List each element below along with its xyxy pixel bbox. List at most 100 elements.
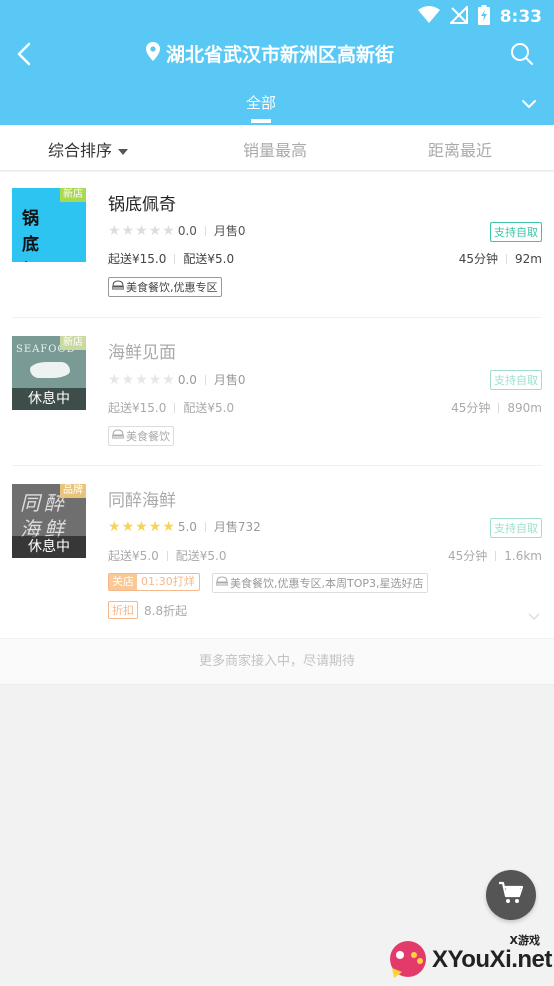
tab-all[interactable]: 全部 <box>230 92 292 113</box>
pickup-badge: 支持自取 <box>490 222 542 242</box>
category-tag: 美食餐饮 <box>108 426 174 446</box>
star-icon: ★ <box>135 518 148 535</box>
cart-icon <box>498 881 524 909</box>
shop-item[interactable]: 同醉 海鲜 品牌 休息中 同醉海鲜 ★ ★ ★ ★ ★ 5.0 月售732 支持自取 起送… <box>0 466 554 638</box>
time-distance: 45分钟 890m <box>451 399 542 416</box>
closing-time-badge: 关店 01:30打烊 <box>108 573 200 591</box>
divider <box>498 402 500 413</box>
delivery-fee: 配送¥5.0 <box>183 401 235 415</box>
star-icon: ★ <box>162 518 175 535</box>
divider <box>495 550 497 561</box>
delivery-time: 45分钟 <box>458 252 499 266</box>
monthly-sales: 月售732 <box>213 520 261 534</box>
distance: 890m <box>507 400 542 415</box>
sort-distance[interactable]: 距离最近 <box>428 137 492 161</box>
star-icon: ★ <box>108 222 121 239</box>
resting-label: 休息中 <box>12 536 86 558</box>
resting-label: 休息中 <box>12 388 86 410</box>
rating-value: 0.0 <box>177 223 197 238</box>
delivery-fee: 配送¥5.0 <box>175 549 227 563</box>
search-icon <box>510 42 534 70</box>
distance: 92m <box>515 251 542 266</box>
distance: 1.6km <box>504 548 542 563</box>
divider <box>174 253 176 264</box>
delivery-info: 起送¥5.0 配送¥5.0 <box>108 547 226 564</box>
divider <box>506 253 508 264</box>
divider <box>204 225 206 236</box>
location-text: 湖北省武汉市新洲区高新街 <box>166 44 395 66</box>
rating-stars: ★ ★ ★ ★ ★ <box>108 224 175 238</box>
delivery-fee: 配送¥5.0 <box>183 252 235 266</box>
star-icon: ★ <box>162 222 175 239</box>
status-bar: 8:33 <box>0 0 554 34</box>
clock-text: 8:33 <box>499 7 542 27</box>
sort-bar: 综合排序 销量最高 距离最近 <box>0 125 554 171</box>
top-bar: 湖北省武汉市新洲区高新街 <box>0 34 554 78</box>
star-icon: ★ <box>108 518 121 535</box>
new-badge: 新店 <box>60 336 86 350</box>
watermark: X游戏 XYouXi.net <box>384 930 554 986</box>
watermark-text: XYouXi.net <box>432 946 552 973</box>
pickup-badge: 支持自取 <box>490 518 542 538</box>
star-icon: ★ <box>162 371 175 388</box>
category-tag-text: 美食餐饮,优惠专区 <box>126 281 218 294</box>
battery-charging-icon <box>477 5 490 29</box>
chevron-down-icon <box>528 606 540 625</box>
back-button[interactable] <box>6 38 42 74</box>
shop-thumbnail: 同醉 海鲜 品牌 休息中 <box>12 484 86 558</box>
rating-value: 5.0 <box>177 519 197 534</box>
star-icon: ★ <box>148 518 162 535</box>
category-tag-text: 美食餐饮 <box>126 430 170 443</box>
rating-stars: ★ ★ ★ ★ ★ <box>108 520 175 534</box>
min-order: 起送¥15.0 <box>108 252 167 266</box>
app-header: 8:33 湖北省武汉市新洲区高新街 全部 <box>0 0 554 125</box>
food-icon <box>111 280 125 294</box>
shop-name: 海鲜见面 <box>108 343 176 363</box>
expand-promos-button[interactable] <box>528 606 540 625</box>
star-icon: ★ <box>121 518 135 535</box>
pickup-badge: 支持自取 <box>490 370 542 390</box>
shrimp-illustration <box>30 362 70 378</box>
rating-stars: ★ ★ ★ ★ ★ <box>108 373 175 387</box>
sort-sales[interactable]: 销量最高 <box>243 137 307 161</box>
monthly-sales: 月售0 <box>213 373 246 387</box>
sort-comprehensive[interactable]: 综合排序 <box>48 137 129 161</box>
shop-list: 锅 底佩 奇 新店 锅底佩奇 ★★★★★ 0.0 月售0 支持自取 起送¥15.… <box>0 172 554 638</box>
rating-row: ★ ★ ★ ★ ★ 0.0 月售0 <box>108 222 246 239</box>
divider <box>204 374 206 385</box>
expand-categories-button[interactable] <box>516 90 542 116</box>
cart-button[interactable] <box>486 870 536 920</box>
shop-item[interactable]: SEAFOOD 新店 休息中 海鲜见面 ★ ★ ★ ★ ★ 0.0 月售0 支持自取 起… <box>0 318 554 465</box>
category-tag: 美食餐饮,优惠专区,本周TOP3,星选好店 <box>212 573 428 593</box>
food-icon <box>111 429 125 443</box>
delivery-time: 45分钟 <box>451 401 491 415</box>
divider <box>166 550 168 561</box>
thumbnail-calligraphy: 锅 底佩 奇 <box>22 209 45 262</box>
time-distance: 45分钟 1.6km <box>448 547 542 564</box>
tab-indicator <box>251 119 271 123</box>
min-order: 起送¥15.0 <box>108 401 167 415</box>
rating-value: 0.0 <box>177 372 197 387</box>
star-icon: ★ <box>121 371 135 388</box>
rating-row: ★ ★ ★ ★ ★ 0.0 月售0 <box>108 371 246 388</box>
caret-down-icon <box>118 148 129 155</box>
shop-name: 同醉海鲜 <box>108 491 176 511</box>
star-icon: ★ <box>148 371 162 388</box>
shop-name: 锅底佩奇 <box>108 195 176 215</box>
delivery-info: 起送¥15.0 配送¥5.0 <box>108 250 234 267</box>
shop-item[interactable]: 锅 底佩 奇 新店 锅底佩奇 ★★★★★ 0.0 月售0 支持自取 起送¥15.… <box>0 172 554 317</box>
category-tag: 美食餐饮,优惠专区 <box>108 277 222 297</box>
star-icon: ★ <box>121 222 135 239</box>
food-icon <box>215 576 229 590</box>
search-button[interactable] <box>504 38 540 74</box>
star-icon: ★ <box>135 222 148 239</box>
star-icon: ★ <box>148 222 162 239</box>
monthly-sales: 月售0 <box>213 224 246 238</box>
location-selector[interactable]: 湖北省武汉市新洲区高新街 <box>146 40 394 67</box>
gamepad-logo-icon <box>386 938 430 984</box>
delivery-time: 45分钟 <box>447 549 488 563</box>
divider <box>204 521 206 532</box>
discount-row: 折扣 8.8折起 <box>108 601 187 619</box>
chevron-down-icon <box>521 94 537 113</box>
rating-row: ★ ★ ★ ★ ★ 5.0 月售732 <box>108 518 261 535</box>
